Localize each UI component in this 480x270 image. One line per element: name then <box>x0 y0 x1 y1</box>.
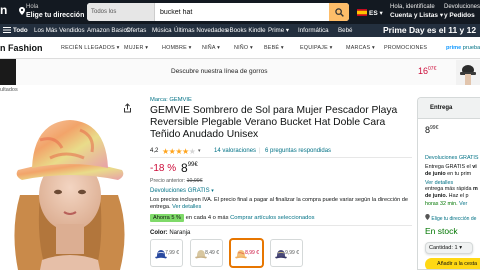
orders-label: y Pedidos <box>444 12 475 19</box>
nav-music[interactable]: Música <box>152 27 172 34</box>
spain-flag-icon[interactable] <box>357 9 367 16</box>
nav-amazon-basics[interactable]: Amazon Basics <box>87 27 130 34</box>
banner-hat-image <box>456 60 480 85</box>
chevron-down-icon: ▾ <box>211 188 214 194</box>
returns-and-orders[interactable]: Devoluciones y Pedidos <box>444 3 480 20</box>
chevron-down-icon[interactable]: ▾ <box>198 148 201 154</box>
tax-info: Los precios incluyen IVA. El precio fina… <box>150 197 408 211</box>
color-selection-label: Color: Naranja <box>150 230 191 236</box>
product-details: Marca: GEMVIE GEMVIE Sombrero de Sol par… <box>150 97 412 267</box>
account-lists-label: Cuenta y Listas ▾ <box>390 12 444 19</box>
separator: | <box>259 148 261 154</box>
nav-ebooks-kindle[interactable]: eBooks Kindle <box>226 27 266 34</box>
buy-box: Entrega 899€ Devoluciones GRATIS ▾ Entre… <box>417 97 480 270</box>
location-pin-icon <box>425 214 430 220</box>
color-swatch[interactable]: 9,99 € <box>270 239 303 267</box>
search-department-select[interactable]: Todos los departamentos▼ <box>87 3 155 21</box>
deliver-choose-address: Elige tu dirección <box>26 12 85 19</box>
nav-prime[interactable]: Prime ▾ <box>268 27 289 34</box>
top-navigation-bar: n Hola Elige tu dirección Todos los depa… <box>0 0 480 24</box>
discount-percent: -18 % <box>150 163 177 174</box>
product-price: 899€ <box>181 161 198 175</box>
search-button[interactable] <box>329 3 349 21</box>
share-icon[interactable] <box>123 103 132 113</box>
coupon-text: en cada 4 o más <box>185 215 229 221</box>
fashion-nav-luggage[interactable]: EQUIPAJE ▾ <box>300 45 332 51</box>
fashion-nav-promotions[interactable]: PROMOCIONES <box>384 45 427 51</box>
fashion-nav-brands[interactable]: MARCAS ▾ <box>346 45 375 51</box>
product-main-image[interactable] <box>0 100 140 270</box>
amazon-logo[interactable]: n <box>0 3 7 17</box>
search-icon <box>334 7 344 17</box>
search-department-label: Todos los departamentos <box>91 9 117 15</box>
prime-trial-link[interactable]: prime pruebalo <box>446 45 480 51</box>
ratings-count-link[interactable]: 14 valoraciones <box>214 148 256 154</box>
tab-delivery[interactable]: Entrega <box>418 98 480 119</box>
star-rating-icon[interactable]: ★★★★★ <box>162 147 196 156</box>
nav-baby[interactable]: Bebé <box>338 27 352 34</box>
account-and-lists[interactable]: Hola, identifícate Cuenta y Listas ▾ <box>390 3 443 20</box>
search-input[interactable] <box>157 3 329 21</box>
hamburger-menu-icon[interactable] <box>3 26 11 34</box>
fashion-nav-girls[interactable]: NIÑA ▾ <box>202 45 220 51</box>
divider <box>150 225 412 226</box>
coupon-row: Ahorra 5 % en cada 4 o más Comprar artíc… <box>150 214 315 222</box>
language-selector[interactable]: ES ▾ <box>369 9 383 17</box>
rating-value: 4,2 <box>150 148 159 154</box>
choose-address-link[interactable]: Elige tu dirección de <box>425 214 476 222</box>
quantity-select[interactable]: Cantidad: 1 ▾ <box>425 242 473 254</box>
divider <box>150 157 412 158</box>
account-greeting: Hola, identifícate <box>390 4 435 10</box>
banner-price: 1607€ <box>418 66 437 76</box>
chevron-down-icon: ▾ <box>459 245 463 251</box>
returns-label: Devoluciones <box>444 4 480 10</box>
promo-banner[interactable]: Descubre nuestra línea de gorros 1607€ <box>0 59 480 85</box>
fashion-store-navigation: n Fashion RECIÉN LLEGADOS ▾ MUJER ▾ HOMB… <box>0 37 480 59</box>
language-code: ES <box>369 10 378 17</box>
banner-text: Descubre nuestra línea de gorros <box>171 68 268 75</box>
savings-badge: Ahorra 5 % <box>150 214 184 222</box>
swatch-price: 7,99 € <box>165 250 179 256</box>
deliver-to-address[interactable]: Hola Elige tu dirección <box>26 3 84 20</box>
color-swatch[interactable]: 8,49 € <box>190 239 223 267</box>
swatch-price: 9,99 € <box>285 250 299 256</box>
search-bar: Todos los departamentos▼ <box>87 3 349 21</box>
coupon-items-link[interactable]: Comprar artículos seleccionados <box>230 215 314 221</box>
free-returns-link[interactable]: Devoluciones GRATIS ▾ <box>150 188 214 194</box>
nav-best-sellers[interactable]: Los Más Vendidos <box>34 27 85 34</box>
prime-day-promo[interactable]: Prime Day es el 11 y 12 <box>383 25 476 35</box>
swatch-price: 8,49 € <box>205 250 219 256</box>
fashion-nav-men[interactable]: HOMBRE ▾ <box>162 45 191 51</box>
previous-price: Precio anterior: 10,99€ <box>150 178 203 184</box>
banner-left-image <box>0 59 16 85</box>
fashion-brand-title[interactable]: n Fashion <box>0 43 43 53</box>
secondary-navigation-bar: Todo Los Más Vendidos Amazon Basics Ofer… <box>0 24 480 37</box>
product-title: GEMVIE Sombrero de Sol para Mujer Pescad… <box>150 105 398 140</box>
breadcrumb[interactable]: ultados <box>0 87 18 93</box>
color-swatch[interactable]: 7,99 € <box>150 239 183 267</box>
tax-details-link[interactable]: Ver detalles <box>172 204 201 210</box>
nav-computers[interactable]: Informática <box>298 27 329 34</box>
buybox-free-returns-link[interactable]: Devoluciones GRATIS ▾ <box>425 155 480 161</box>
fashion-nav-new-arrivals[interactable]: RECIÉN LLEGADOS ▾ <box>61 45 120 51</box>
color-swatch-selected[interactable]: 8,99 € <box>230 239 263 267</box>
fastest-delivery: entrega más rápida m de junio. Haz el p … <box>425 186 478 207</box>
answered-questions-link[interactable]: 6 preguntas respondidas <box>265 148 331 154</box>
add-to-cart-button[interactable]: Añadir a la cesta <box>425 258 480 269</box>
rating-row: 4,2 ★★★★★ ▾ 14 valoraciones | 6 pregunta… <box>150 147 412 157</box>
brand-store-link[interactable]: Marca: GEMVIE <box>150 97 412 103</box>
nav-deals[interactable]: Ofertas <box>126 27 146 34</box>
fashion-nav-boys[interactable]: NIÑO ▾ <box>234 45 253 51</box>
fashion-nav-baby[interactable]: BEBÉ ▾ <box>264 45 284 51</box>
buybox-price: 899€ <box>425 125 439 135</box>
nav-new-releases[interactable]: Últimas Novedades <box>174 27 228 34</box>
deliver-greeting: Hola <box>26 4 39 10</box>
fashion-nav-women[interactable]: MUJER ▾ <box>124 45 148 51</box>
stock-status: En stock <box>425 226 458 236</box>
swatch-price: 8,99 € <box>245 250 259 256</box>
nav-all[interactable]: Todo <box>13 27 28 34</box>
location-pin-icon <box>19 7 25 15</box>
delivery-estimate: Entrega GRATIS el vi de junio en tu prim <box>425 164 477 178</box>
